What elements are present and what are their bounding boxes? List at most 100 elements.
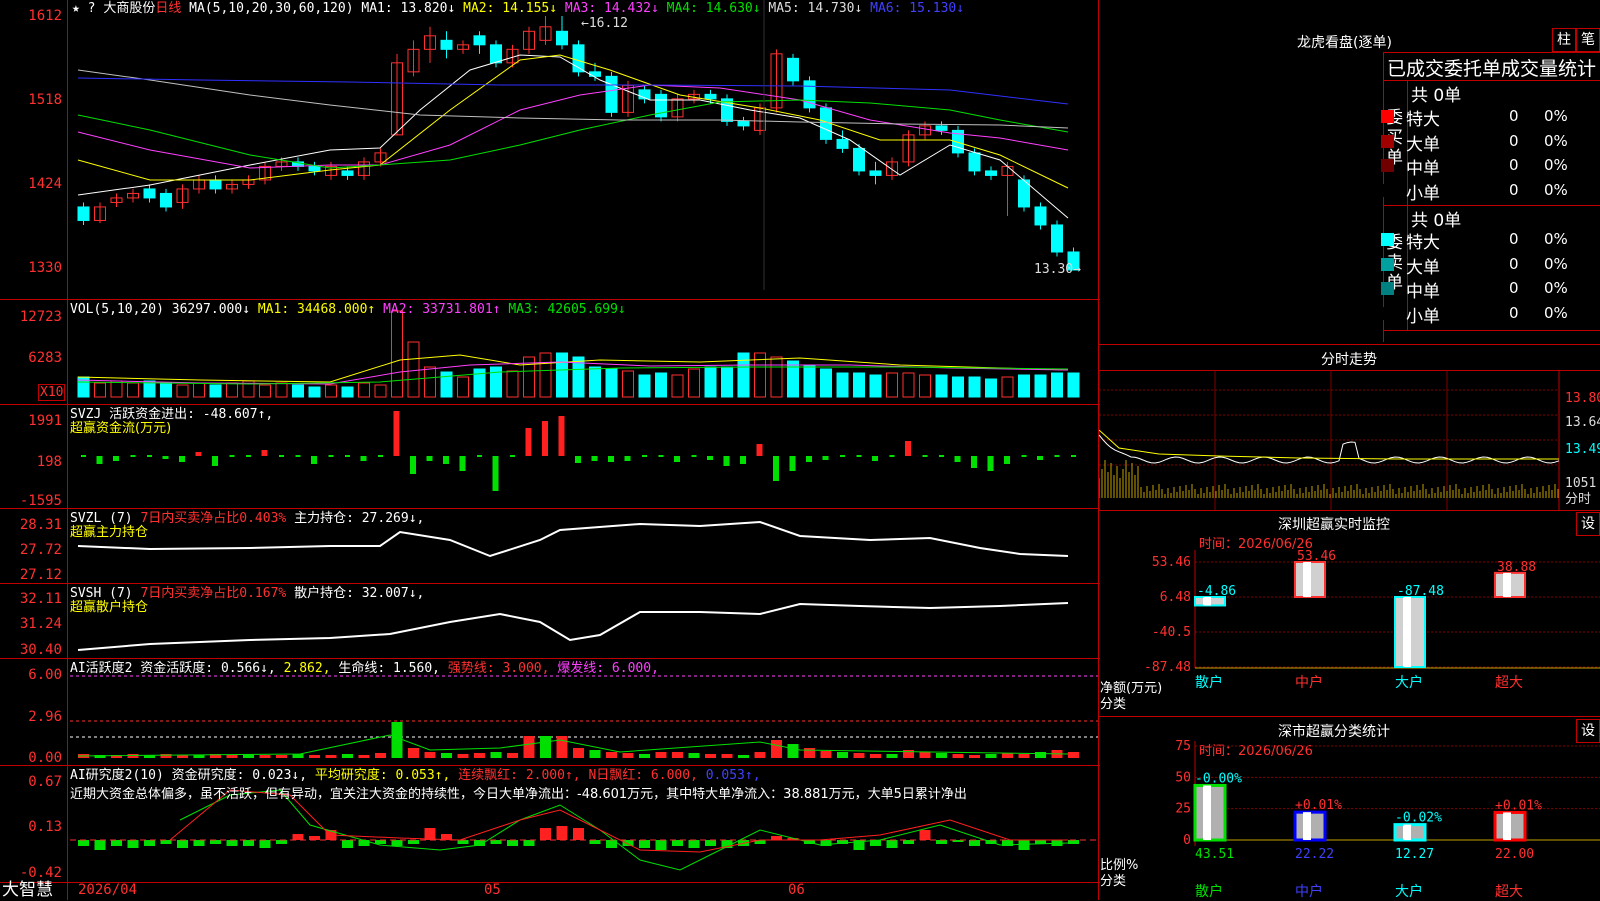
zj-dot xyxy=(922,455,928,457)
ai1-bar xyxy=(837,752,848,758)
ai1-bar xyxy=(936,753,947,758)
ai1-bar xyxy=(606,752,617,758)
zj-bar xyxy=(525,428,532,456)
ai2-bar xyxy=(886,840,898,848)
legend-swatch xyxy=(1381,233,1394,246)
legend-swatch xyxy=(1381,282,1394,295)
period-label[interactable]: 日线 xyxy=(155,1,181,16)
ai2-bar xyxy=(507,840,518,846)
dragon-row-name: 小单 xyxy=(1406,183,1440,204)
candle-body xyxy=(341,170,354,176)
monitor-x-unit: 分类 xyxy=(1100,697,1127,712)
candle-body xyxy=(869,170,882,176)
ai2-bar xyxy=(556,826,568,840)
zj-bar xyxy=(789,456,796,471)
legend-swatch xyxy=(1381,306,1394,320)
candle-body xyxy=(836,138,849,149)
zj-bar xyxy=(806,456,812,462)
main-chart-area[interactable]: ★ ? 大商股份日线 MA(5,10,20,30,60,120) MA1: 13… xyxy=(0,0,1100,900)
volume-bar xyxy=(506,370,519,398)
ai-activity-title: AI活跃度2 资金活跃度: 0.566↓, 2.862, 生命线: 1.560,… xyxy=(70,661,659,676)
volume-bar xyxy=(110,380,123,398)
zj-dot xyxy=(510,455,515,457)
zj-dot xyxy=(889,455,895,457)
intraday-chart[interactable] xyxy=(1099,370,1600,510)
stock-name[interactable]: 大商股份 xyxy=(103,1,155,16)
monitor-axis-label: -87.48 xyxy=(1144,660,1191,675)
ma3-value: MA3: 14.432↓ xyxy=(564,1,659,16)
ai1-bar xyxy=(952,754,964,758)
dragon-heading: 已成交委托单成交量统计 xyxy=(1387,58,1597,80)
price-axis-label: 1330 xyxy=(28,260,62,276)
ai2-bar xyxy=(309,836,320,840)
ma-params: MA(5,10,20,30,60,120) xyxy=(189,1,354,16)
candle-body xyxy=(556,30,568,46)
zj-bar xyxy=(591,456,598,461)
ai2-bar xyxy=(672,840,683,846)
pen-button[interactable]: 笔 xyxy=(1576,28,1600,52)
legend-swatch xyxy=(1381,134,1394,148)
ai1-bar xyxy=(441,753,452,758)
monitor-axis-label: 6.48 xyxy=(1160,590,1191,605)
svsh-axis-label: 32.11 xyxy=(19,591,62,607)
zj-bar xyxy=(162,456,169,459)
vol-axis-label: 6283 xyxy=(28,350,62,366)
svzj-axis-label: 1991 xyxy=(28,413,62,429)
monitor-category-label: 散户 xyxy=(1195,674,1223,691)
candle-body xyxy=(160,192,172,208)
dragon-row-count: 0 xyxy=(1509,279,1519,297)
volume-bar xyxy=(94,382,106,398)
volume-bar xyxy=(1018,374,1030,398)
ai1-bar xyxy=(259,755,271,758)
kline-chart[interactable] xyxy=(0,0,1100,900)
dragon-title: 龙虎看盘(逐单) xyxy=(1297,35,1392,51)
zj-dot xyxy=(345,455,350,457)
date-bar[interactable] xyxy=(0,882,1100,901)
right-panel: 龙虎看盘(逐单) 柱 笔 已成交委托单成交量统计 委买单 委卖单 共 0单 共 … xyxy=(1099,0,1600,900)
dragon-row-pct: 0% xyxy=(1544,107,1568,125)
zj-dot xyxy=(229,455,235,457)
candle-body xyxy=(704,93,717,100)
zj-bar xyxy=(756,444,763,456)
ai2-bar xyxy=(540,828,551,840)
low-price-label: 13.30→ xyxy=(1034,262,1081,277)
zj-bar xyxy=(492,456,499,491)
classstat-bar-shine xyxy=(1403,824,1411,840)
classstat-y-unit: 比例% xyxy=(1100,858,1139,873)
zj-dot xyxy=(295,455,301,457)
ai2-bar xyxy=(177,840,188,848)
ai1-bar xyxy=(705,754,716,758)
ai1-bar xyxy=(1018,754,1030,758)
ai1-bar xyxy=(771,740,782,758)
ai2-bar xyxy=(94,840,106,850)
zj-dot xyxy=(1054,455,1060,457)
ai1-bar xyxy=(589,750,601,758)
zj-dot xyxy=(1021,455,1027,457)
volume-bar xyxy=(1051,372,1063,398)
price-axis-label: 1612 xyxy=(28,8,62,24)
classstat-bar-shine xyxy=(1503,812,1511,840)
ai1-bar xyxy=(325,755,337,758)
volume-bar xyxy=(638,374,651,398)
ai1-bar xyxy=(870,754,881,758)
svzl-line xyxy=(77,520,1069,558)
monitor-bar-shine xyxy=(1303,562,1311,597)
pillar-button[interactable]: 柱 xyxy=(1552,28,1576,52)
ai2-bar xyxy=(193,840,205,846)
brand-logo: 大智慧 xyxy=(2,880,53,900)
dragon-row-name: 大单 xyxy=(1406,257,1440,278)
vol-axis-label: 12723 xyxy=(19,309,62,325)
ai1-bar xyxy=(507,753,518,758)
volume-bar xyxy=(869,374,882,398)
ai1-bar xyxy=(490,752,502,758)
svsh-line xyxy=(77,602,1069,651)
volume-bar xyxy=(209,384,222,398)
ai2-bar xyxy=(210,840,221,844)
volume-bar xyxy=(490,366,502,398)
candle-body xyxy=(1051,224,1063,253)
classstat-change-label: +0.01% xyxy=(1495,798,1542,813)
ai2-bar xyxy=(457,840,469,844)
dragon-row-pct: 0% xyxy=(1544,180,1568,199)
zj-bar xyxy=(723,456,730,466)
volume-bar xyxy=(308,386,321,398)
